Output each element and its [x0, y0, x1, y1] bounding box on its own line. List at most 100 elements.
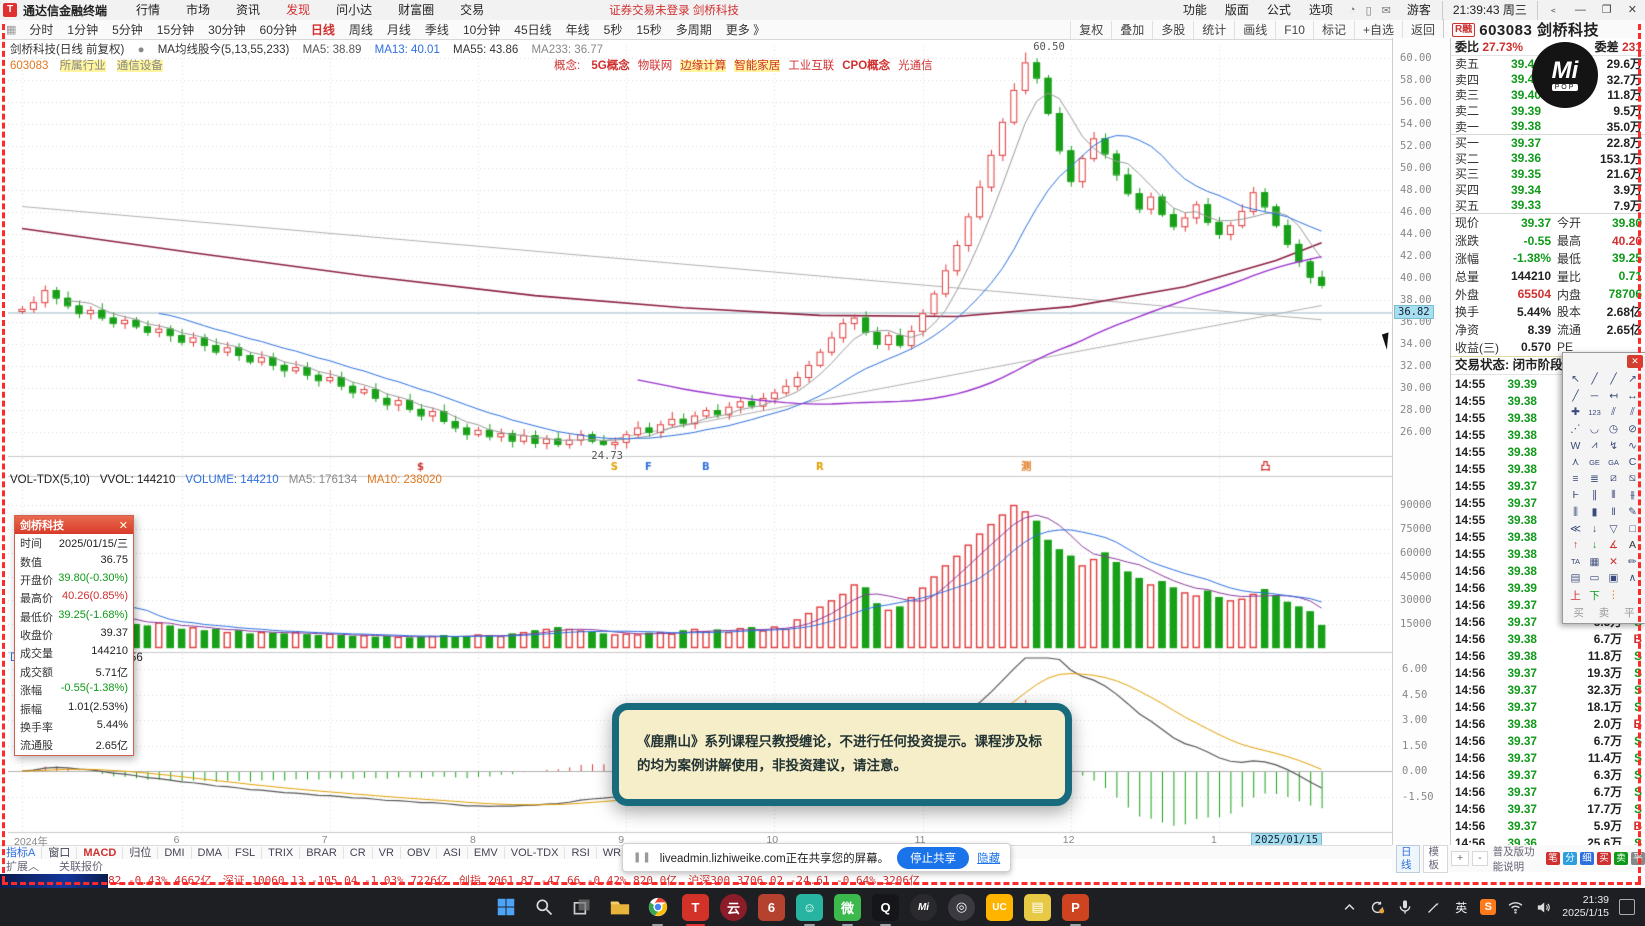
- palette-icon[interactable]: ≪: [1566, 520, 1585, 537]
- tick-row[interactable]: 14:56 39.37 11.4万 S: [1451, 749, 1645, 766]
- palette-icon[interactable]: ⫼: [1566, 504, 1585, 521]
- palette-icon[interactable]: ╱: [1566, 388, 1585, 405]
- menu-资讯[interactable]: 资讯: [223, 1, 273, 20]
- ask-row[interactable]: 卖一 39.38 35.0万: [1451, 118, 1645, 134]
- period-季线[interactable]: 季线: [418, 21, 456, 39]
- taskbar-icon-notes[interactable]: ▤: [1024, 893, 1051, 921]
- tab-VOL-TDX[interactable]: VOL-TDX: [505, 846, 566, 860]
- tray-wifi-icon[interactable]: [1506, 898, 1524, 916]
- chip-买[interactable]: 买: [1596, 852, 1611, 865]
- tab-CR[interactable]: CR: [344, 846, 373, 860]
- close-button[interactable]: ✕: [1620, 1, 1645, 20]
- menu-版面[interactable]: 版面: [1216, 1, 1258, 20]
- period-15秒[interactable]: 15秒: [629, 21, 668, 39]
- back-icon[interactable]: ﹤: [1540, 1, 1567, 20]
- chip-细[interactable]: 细: [1579, 852, 1594, 865]
- concept-CPO概念[interactable]: CPO概念: [842, 60, 890, 72]
- tab-EMV[interactable]: EMV: [468, 846, 505, 860]
- period-30分钟[interactable]: 30分钟: [201, 21, 252, 39]
- ask-row[interactable]: 卖二 39.39 9.5万: [1451, 103, 1645, 119]
- bid-row[interactable]: 买五 39.33 7.9万: [1451, 197, 1645, 213]
- period-tag[interactable]: 日线: [1396, 844, 1420, 873]
- tray-refresh-icon[interactable]: [1368, 898, 1386, 916]
- tick-row[interactable]: 14:56 39.37 6.3万 S: [1451, 766, 1645, 783]
- palette-footer-item[interactable]: 平: [1624, 605, 1635, 620]
- minimize-button[interactable]: —: [1567, 1, 1594, 20]
- period-5秒[interactable]: 5秒: [597, 21, 630, 39]
- tab-RSI[interactable]: RSI: [565, 846, 597, 860]
- tool-统计[interactable]: 统计: [1193, 20, 1234, 39]
- taskbar-icon-qq[interactable]: Q: [872, 893, 899, 926]
- palette-icon[interactable]: ⋮: [1604, 587, 1623, 604]
- taskbar-icon-start[interactable]: [492, 894, 519, 921]
- palette-icon[interactable]: ▮: [1585, 504, 1604, 521]
- tab-DMI[interactable]: DMI: [158, 846, 192, 860]
- tool-标记[interactable]: 标记: [1312, 20, 1354, 39]
- period-周线[interactable]: 周线: [342, 21, 380, 39]
- zoom-in-button[interactable]: +: [1451, 851, 1470, 866]
- taskbar-icon-task-view[interactable]: [568, 894, 595, 921]
- palette-icon[interactable]: ✕: [1604, 554, 1623, 571]
- menu-财富圈[interactable]: 财富圈: [385, 1, 447, 20]
- period-15分钟[interactable]: 15分钟: [150, 21, 201, 39]
- taskbar-icon-uc[interactable]: UC: [986, 893, 1013, 921]
- tray-chevron-up-icon[interactable]: [1340, 898, 1358, 916]
- menu-市场[interactable]: 市场: [173, 1, 223, 20]
- tick-row[interactable]: 14:56 39.37 18.1万 S: [1451, 698, 1645, 715]
- period-1分钟[interactable]: 1分钟: [60, 21, 105, 39]
- tick-row[interactable]: 14:56 39.38 11.8万 S: [1451, 647, 1645, 664]
- info-icon[interactable]: ◔: [1344, 4, 1361, 17]
- palette-icon[interactable]: ▽: [1604, 520, 1623, 537]
- taskbar-icon-red-six[interactable]: 6: [758, 893, 785, 921]
- hide-link[interactable]: 隐藏: [977, 850, 1000, 866]
- menu-问小达[interactable]: 问小达: [323, 1, 385, 20]
- palette-icon[interactable]: ✚: [1566, 404, 1585, 421]
- menu-公式[interactable]: 公式: [1258, 1, 1300, 20]
- tray-pen-icon[interactable]: [1424, 898, 1442, 916]
- taskbar-icon-ppt[interactable]: P: [1062, 893, 1089, 926]
- tab-FSL[interactable]: FSL: [229, 846, 263, 860]
- palette-icon[interactable]: W: [1566, 437, 1585, 454]
- palette-icon[interactable]: ◷: [1604, 421, 1623, 438]
- bid-row[interactable]: 买一 39.37 22.8万: [1451, 135, 1645, 151]
- tick-row[interactable]: 14:56 39.37 32.3万 S: [1451, 681, 1645, 698]
- concept-5G概念[interactable]: 5G概念: [591, 60, 629, 72]
- tab-归位[interactable]: 归位: [123, 846, 159, 860]
- tool-复权[interactable]: 复权: [1070, 20, 1111, 39]
- zoom-out-button[interactable]: -: [1472, 851, 1488, 866]
- notification-icon[interactable]: [1619, 899, 1635, 915]
- palette-footer-item[interactable]: 买: [1573, 605, 1584, 620]
- tick-row[interactable]: 14:56 39.37 19.3万 S: [1451, 664, 1645, 681]
- tick-row[interactable]: 14:56 39.37 17.7万 S: [1451, 800, 1645, 817]
- taskbar-icon-mi[interactable]: Mi: [910, 893, 937, 921]
- palette-icon[interactable]: ⋏: [1566, 454, 1585, 471]
- menu-选项[interactable]: 选项: [1300, 1, 1342, 20]
- taskbar-icon-wechat[interactable]: 微: [834, 893, 861, 926]
- guest-user[interactable]: 游客: [1398, 1, 1440, 20]
- palette-icon[interactable]: ↤: [1604, 388, 1623, 405]
- menu-交易[interactable]: 交易: [447, 1, 497, 20]
- concept-边缘计算[interactable]: 边缘计算: [680, 60, 727, 72]
- tab-ASI[interactable]: ASI: [437, 846, 468, 860]
- indicator-dot-icon[interactable]: ●: [138, 44, 145, 56]
- taskbar-icon-search[interactable]: [530, 894, 557, 921]
- taskbar-icon-netease[interactable]: 云: [720, 893, 747, 921]
- bid-row[interactable]: 买四 39.34 3.9万: [1451, 182, 1645, 198]
- palette-footer-item[interactable]: 卖: [1599, 605, 1610, 620]
- palette-icon[interactable]: 下: [1585, 587, 1604, 604]
- tray-sogou-icon[interactable]: S: [1480, 899, 1497, 915]
- tray-mic-icon[interactable]: [1396, 898, 1414, 916]
- period-多周期[interactable]: 多周期: [669, 21, 719, 39]
- period-更多 》[interactable]: 更多 》: [719, 21, 772, 39]
- period-45日线[interactable]: 45日线: [507, 21, 558, 39]
- tool-多股[interactable]: 多股: [1152, 20, 1193, 39]
- palette-icon[interactable]: ◡: [1585, 421, 1604, 438]
- menu-发现[interactable]: 发现: [273, 1, 323, 20]
- palette-icon[interactable]: 123: [1585, 404, 1604, 421]
- chip-分[interactable]: 分: [1562, 852, 1577, 865]
- chip-卖[interactable]: 卖: [1613, 852, 1628, 865]
- palette-icon[interactable]: ↓: [1585, 537, 1604, 554]
- palette-icon[interactable]: GA: [1604, 454, 1623, 471]
- tool-+自选[interactable]: +自选: [1353, 20, 1402, 39]
- tray-speaker-icon[interactable]: [1534, 898, 1552, 916]
